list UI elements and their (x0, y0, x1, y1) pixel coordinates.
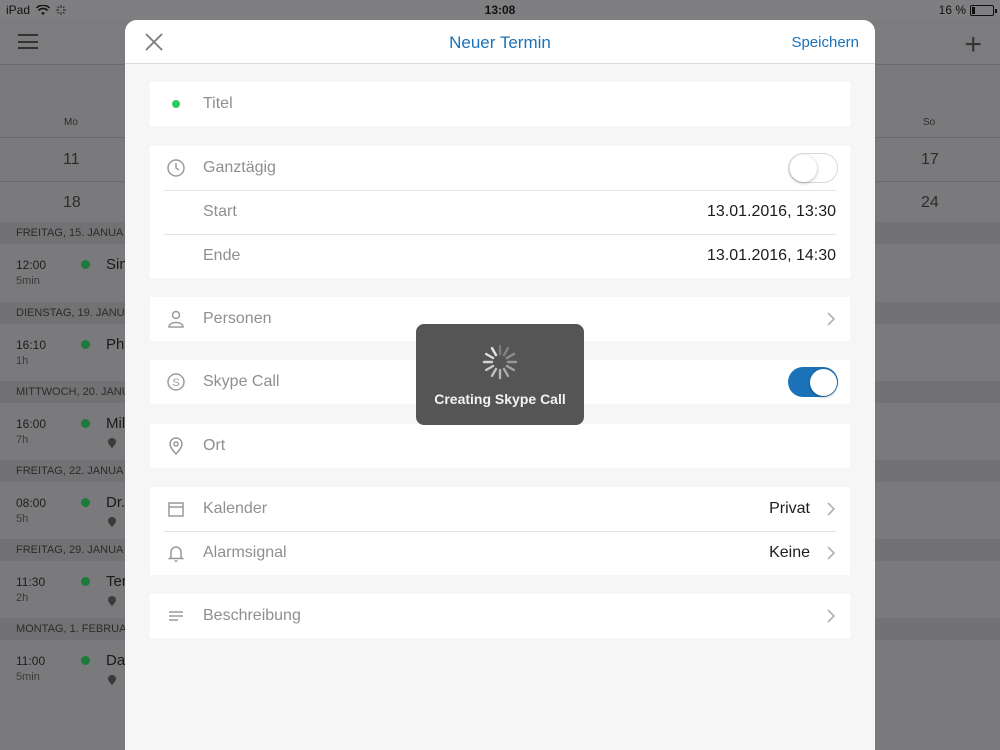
calendar-value: Privat (769, 500, 810, 517)
chevron-right-icon (827, 502, 836, 516)
bell-icon (167, 546, 185, 562)
weekday-label: Mo (64, 117, 78, 128)
weekday-label: So (923, 117, 936, 128)
location-pin-icon (108, 517, 116, 527)
calendar-dot (81, 498, 90, 507)
agenda-time: 11:30 (16, 575, 46, 589)
person-icon (168, 310, 184, 328)
modal-title: Neuer Termin (449, 33, 551, 52)
clock-icon (167, 159, 185, 177)
location-pin-icon (169, 437, 183, 456)
location-field[interactable]: Ort (203, 437, 225, 455)
agenda-duration: 2h (16, 592, 29, 604)
calendar-dot (81, 340, 90, 349)
calendar-dot (81, 656, 90, 665)
battery-percent: 16 % (938, 3, 966, 17)
loading-hud: Creating Skype Call (416, 324, 584, 425)
calendar-dot (81, 419, 90, 428)
agenda-title: Ter (106, 573, 127, 590)
agenda-title: Da (106, 652, 126, 669)
chevron-right-icon (827, 546, 836, 560)
alarm-value: Keine (769, 544, 810, 561)
alarm-label: Alarmsignal (203, 544, 287, 561)
location-row[interactable]: Ort (150, 424, 850, 468)
agenda-duration: 5min (16, 275, 40, 287)
agenda-time: 12:00 (16, 258, 47, 272)
location-pin-icon (108, 675, 116, 685)
description-group: Beschreibung (150, 594, 850, 638)
datetime-group: Ganztägig Start 13.01.2016, 13:30 Ende 1… (150, 146, 850, 278)
loading-message: Creating Skype Call (434, 391, 566, 407)
day-cell[interactable]: 17 (921, 151, 939, 169)
calendar-row[interactable]: Kalender Privat (150, 487, 850, 532)
skype-toggle[interactable] (788, 367, 838, 397)
title-group: Titel (150, 82, 850, 126)
skype-icon: S (167, 373, 185, 391)
agenda-title: Mil (106, 415, 126, 432)
agenda-duration: 5h (16, 513, 29, 525)
day-cell[interactable]: 11 (63, 151, 80, 169)
agenda-time: 08:00 (16, 496, 47, 510)
title-field[interactable]: Titel (203, 95, 233, 113)
calendar-dot (81, 260, 90, 269)
all-day-toggle[interactable] (788, 153, 838, 183)
description-lines-icon (169, 611, 183, 621)
calendar-color-dot (172, 100, 180, 108)
start-label: Start (203, 203, 237, 220)
day-cell[interactable]: 24 (921, 194, 939, 212)
location-group: Ort (150, 424, 850, 468)
agenda-duration: 5min (16, 671, 40, 683)
status-bar: iPad 13:08 16 % (0, 0, 1000, 20)
calendar-label: Kalender (203, 500, 268, 517)
start-value[interactable]: 13.01.2016, 13:30 (707, 203, 836, 221)
chevron-right-icon (827, 312, 836, 326)
svg-text:S: S (172, 377, 179, 389)
location-pin-icon (108, 438, 116, 448)
end-row[interactable]: Ende 13.01.2016, 14:30 (150, 234, 850, 278)
status-time: 13:08 (484, 3, 516, 17)
modal-header: Neuer Termin Speichern (125, 20, 875, 64)
description-row[interactable]: Beschreibung (150, 594, 850, 638)
battery-icon (970, 4, 997, 16)
agenda-time: 16:10 (16, 338, 47, 352)
agenda-duration: 1h (16, 355, 29, 367)
calendar-icon (168, 502, 184, 517)
people-label: Personen (203, 310, 272, 327)
calendar-dot (81, 577, 90, 586)
save-button[interactable]: Speichern (791, 34, 859, 51)
agenda-time: 16:00 (16, 417, 47, 431)
title-row[interactable]: Titel (150, 82, 850, 126)
spinner-icon (482, 344, 518, 380)
plus-icon[interactable]: + (964, 30, 982, 60)
location-pin-icon (108, 596, 116, 606)
all-day-label: Ganztägig (203, 159, 276, 176)
end-value[interactable]: 13.01.2016, 14:30 (707, 247, 836, 265)
day-cell[interactable]: 18 (63, 194, 81, 212)
menu-icon[interactable] (18, 34, 38, 49)
calendar-alarm-group: Kalender Privat Alarmsignal Keine (150, 487, 850, 575)
all-day-row: Ganztägig (150, 146, 850, 191)
agenda-duration: 7h (16, 434, 29, 446)
end-label: Ende (203, 247, 241, 264)
skype-label: Skype Call (203, 373, 280, 390)
chevron-right-icon (827, 609, 836, 623)
alarm-row[interactable]: Alarmsignal Keine (150, 531, 850, 575)
agenda-time: 11:00 (16, 654, 46, 668)
description-label: Beschreibung (203, 607, 301, 624)
agenda-title: Dr. (106, 494, 126, 511)
start-row[interactable]: Start 13.01.2016, 13:30 (150, 190, 850, 235)
